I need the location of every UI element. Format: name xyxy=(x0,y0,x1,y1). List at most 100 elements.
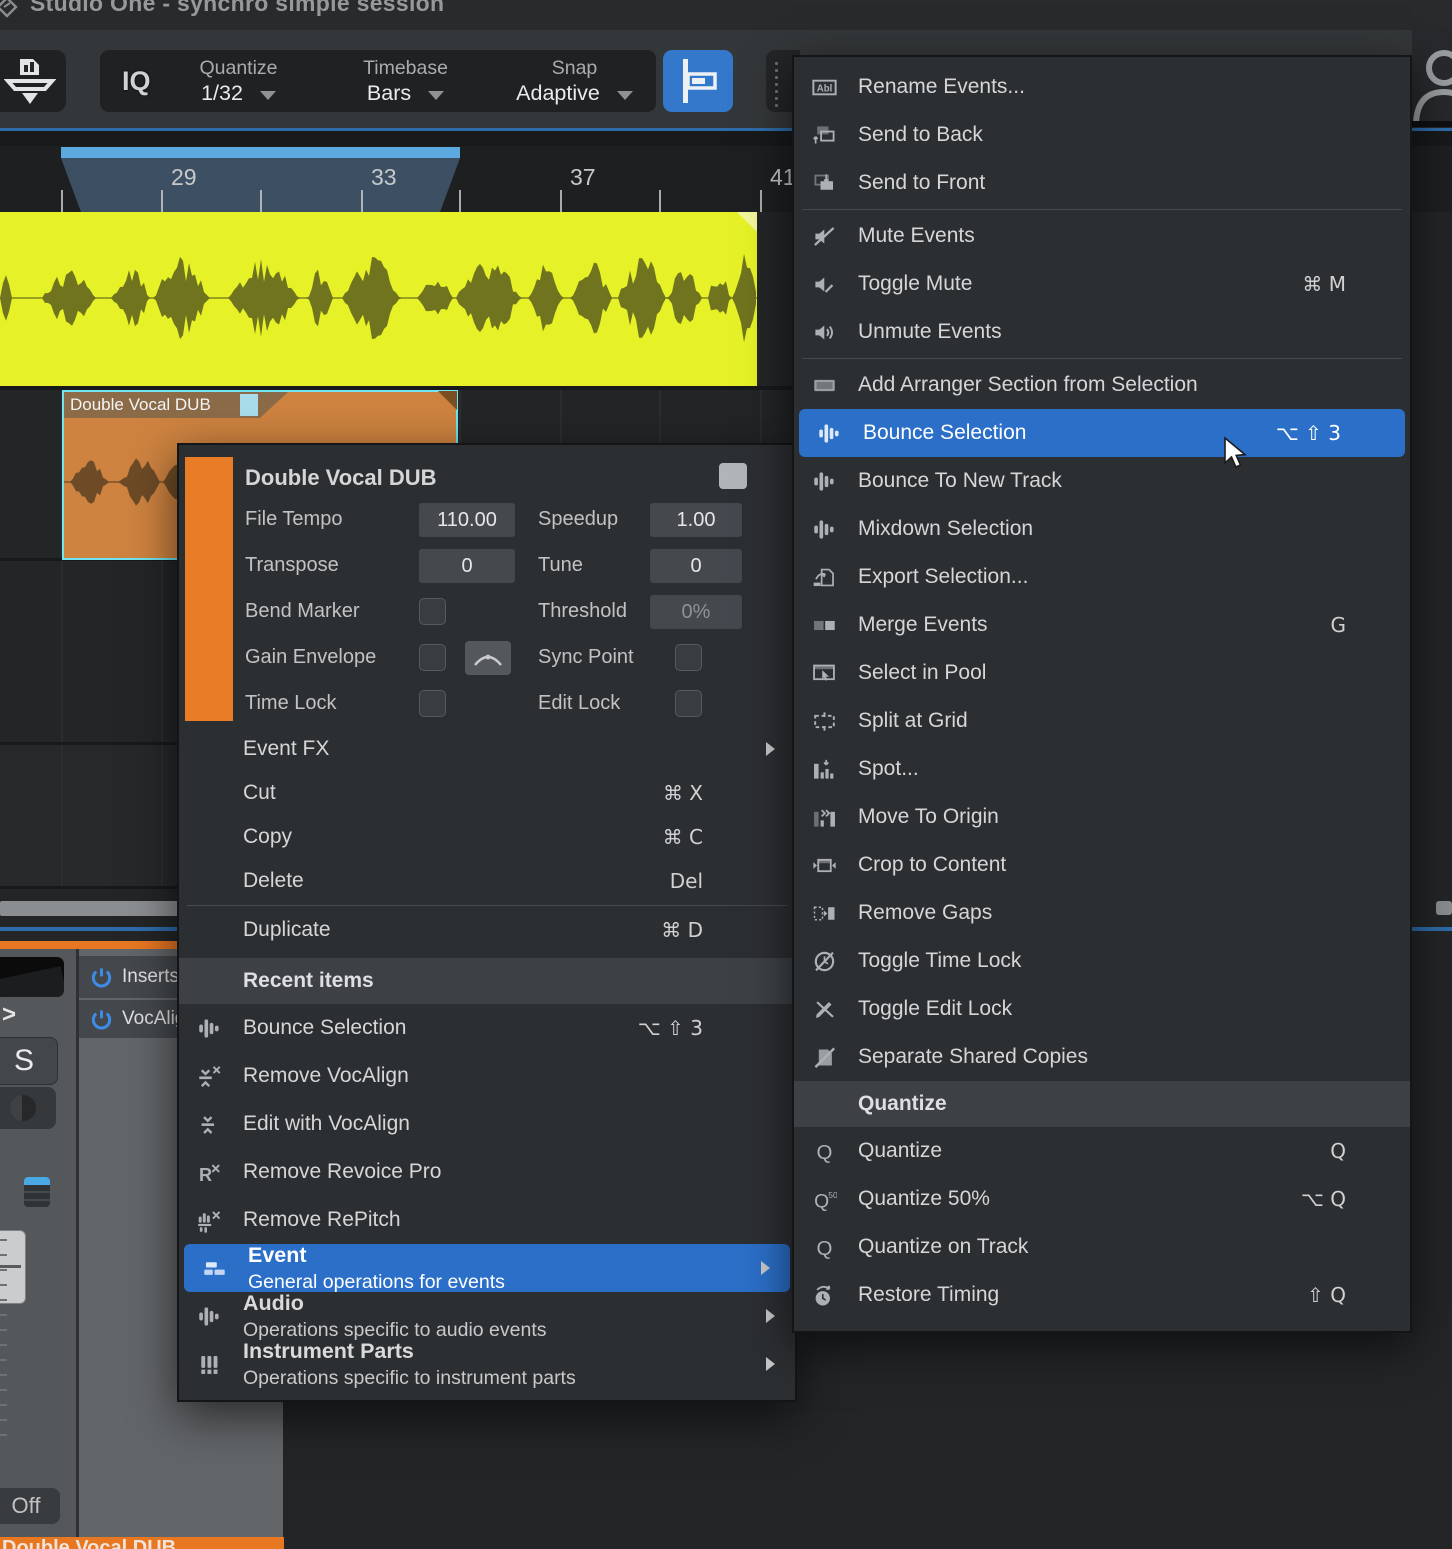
loop-range-bar[interactable] xyxy=(61,147,460,158)
menu-item-quantize[interactable]: QQuantizeQ xyxy=(794,1127,1410,1175)
menu-item-bounce-to-new-track[interactable]: Bounce To New Track xyxy=(794,457,1410,505)
menu-item-separate-shared-copies[interactable]: Separate Shared Copies xyxy=(794,1033,1410,1081)
menu-item-duplicate[interactable]: Duplicate⌘ D xyxy=(179,908,795,952)
event-name-tab: Double Vocal DUB xyxy=(64,392,260,418)
menu-item-add-arranger-section-from-selection[interactable]: Add Arranger Section from Selection xyxy=(794,361,1410,409)
menu-item-crop-to-content[interactable]: Crop to Content xyxy=(794,841,1410,889)
shortcut-label: ⌘ D xyxy=(661,918,703,942)
fader-handle[interactable] xyxy=(0,1230,26,1304)
checkbox-time-lock[interactable] xyxy=(419,690,446,717)
user-account-icon[interactable] xyxy=(1410,46,1452,131)
revoice-x-icon: R xyxy=(194,1160,224,1185)
power-icon[interactable] xyxy=(89,1007,114,1032)
menu-item-select-in-pool[interactable]: Select in Pool xyxy=(794,649,1410,697)
spot-icon xyxy=(809,757,839,782)
field-transpose[interactable]: 0 xyxy=(419,549,515,583)
menu-item-merge-events[interactable]: Merge EventsG xyxy=(794,601,1410,649)
menu-item-label: Rename Events... xyxy=(858,75,1025,99)
menu-item-instrument-parts[interactable]: Instrument Parts Operations specific to … xyxy=(179,1340,795,1388)
field-threshold[interactable]: 0% xyxy=(650,595,742,629)
menu-item-send-to-front[interactable]: Send to Front xyxy=(794,159,1410,207)
menu-item-remove-vocalign[interactable]: Remove VocAlign xyxy=(179,1052,795,1100)
paint-tool-icon xyxy=(4,57,56,107)
q-icon: Q xyxy=(809,1235,839,1260)
waveform-icon xyxy=(194,1016,224,1041)
menu-item-copy[interactable]: Copy⌘ C xyxy=(179,815,795,859)
horizontal-scrollbar-end[interactable] xyxy=(1436,901,1452,915)
checkbox-sync-point[interactable] xyxy=(675,644,702,671)
power-icon[interactable] xyxy=(89,965,114,990)
event-corner-fold xyxy=(438,391,457,410)
menu-item-label: Mute Events xyxy=(858,224,975,248)
menu-item-label: Send to Back xyxy=(858,123,983,147)
audio-event-yellow[interactable] xyxy=(0,212,757,386)
mini-fader[interactable] xyxy=(24,1177,50,1207)
field-label-time-lock: Time Lock xyxy=(245,692,337,715)
expand-chevron-icon[interactable]: > xyxy=(2,1001,16,1029)
menu-item-toggle-mute[interactable]: Toggle Mute⌘ M xyxy=(794,260,1410,308)
field-file-tempo[interactable]: 110.00 xyxy=(419,503,515,537)
checkbox-bend-marker[interactable] xyxy=(419,598,446,625)
waveform-icon xyxy=(814,421,844,446)
field-tune[interactable]: 0 xyxy=(650,549,742,583)
paint-tool-button[interactable] xyxy=(0,50,66,112)
menu-header-label: Quantize xyxy=(858,1092,947,1116)
menu-item-label: Bounce To New Track xyxy=(858,469,1062,493)
shortcut-label: ⌥ ⇧ 3 xyxy=(638,1016,703,1040)
waveform-icon xyxy=(809,469,839,494)
dropdown-timebase[interactable]: Timebase Bars xyxy=(331,57,481,106)
menu-item-bounce-selection[interactable]: Bounce Selection ⌥ ⇧ 3 xyxy=(179,1004,795,1052)
menu-item-mute-events[interactable]: Mute Events xyxy=(794,212,1410,260)
menu-item-event-fx[interactable]: Event FX xyxy=(179,727,795,771)
menu-item-audio[interactable]: Audio Operations specific to audio event… xyxy=(179,1292,795,1340)
pan-icon xyxy=(10,1095,36,1121)
menu-item-spot[interactable]: Spot... xyxy=(794,745,1410,793)
menu-item-rename-events[interactable]: AblRename Events... xyxy=(794,63,1410,111)
menu-item-restore-timing[interactable]: Restore Timing⇧ Q xyxy=(794,1271,1410,1319)
menu-item-unmute-events[interactable]: Unmute Events xyxy=(794,308,1410,356)
menu-item-label: Send to Front xyxy=(858,171,985,195)
waveform-icon xyxy=(194,1304,224,1329)
autoscroll-button[interactable] xyxy=(663,50,733,112)
menu-item-delete[interactable]: DeleteDel xyxy=(179,859,795,903)
snap-settings-group: IQ Quantize 1/32 Timebase Bars Snap Adap… xyxy=(100,50,656,112)
menu-item-move-to-origin[interactable]: Move To Origin xyxy=(794,793,1410,841)
menu-item-bounce-selection[interactable]: Bounce Selection⌥ ⇧ 3 xyxy=(799,409,1405,457)
bar-number: 33 xyxy=(371,164,397,191)
menu-item-label: Restore Timing xyxy=(858,1283,999,1307)
menu-item-label: Separate Shared Copies xyxy=(858,1045,1088,1069)
gain-envelope-curve-button[interactable] xyxy=(465,641,511,675)
menu-item-cut[interactable]: Cut⌘ X xyxy=(179,771,795,815)
checkbox-gain-envelope[interactable] xyxy=(419,644,446,671)
dropdown-quantize[interactable]: Quantize 1/32 xyxy=(155,57,323,106)
pool-icon xyxy=(809,661,839,686)
event-inspector: Double Vocal DUB File Tempo110.00Speedup… xyxy=(179,445,795,727)
menu-item-toggle-edit-lock[interactable]: Toggle Edit Lock xyxy=(794,985,1410,1033)
field-label-gain-envelope: Gain Envelope xyxy=(245,646,376,669)
menu-item-send-to-back[interactable]: Send to Back xyxy=(794,111,1410,159)
menu-item-edit-with-vocalign[interactable]: Edit with VocAlign xyxy=(179,1100,795,1148)
menu-item-quantize-on-track[interactable]: QQuantize on Track xyxy=(794,1223,1410,1271)
menu-item-export-selection[interactable]: Export Selection... xyxy=(794,553,1410,601)
field-label-sync-point: Sync Point xyxy=(538,646,634,669)
submenu-arrow-icon xyxy=(766,1357,775,1371)
pan-button[interactable] xyxy=(0,1087,56,1129)
menu-item-quantize-50[interactable]: Q50Quantize 50%⌥ Q xyxy=(794,1175,1410,1223)
menu-item-event[interactable]: Event General operations for events xyxy=(184,1244,790,1292)
menu-item-remove-gaps[interactable]: Remove Gaps xyxy=(794,889,1410,937)
event-color-button[interactable] xyxy=(719,463,747,489)
dropdown-snap[interactable]: Snap Adaptive xyxy=(489,57,661,106)
menu-item-toggle-time-lock[interactable]: Toggle Time Lock xyxy=(794,937,1410,985)
menu-item-split-at-grid[interactable]: Split at Grid xyxy=(794,697,1410,745)
menu-item-label: Bounce Selection xyxy=(243,1016,406,1040)
menu-item-mixdown-selection[interactable]: Mixdown Selection xyxy=(794,505,1410,553)
solo-button[interactable]: S xyxy=(0,1037,58,1085)
menu-item-remove-repitch[interactable]: Remove RePitch xyxy=(179,1196,795,1244)
checkbox-edit-lock[interactable] xyxy=(675,690,702,717)
chevron-down-icon xyxy=(428,91,444,100)
menu-item-remove-revoice-pro[interactable]: RRemove Revoice Pro xyxy=(179,1148,795,1196)
field-speedup[interactable]: 1.00 xyxy=(650,503,742,537)
timelock-icon xyxy=(809,949,839,974)
mouse-cursor xyxy=(1222,436,1252,475)
monitor-off-button[interactable]: Off xyxy=(0,1488,60,1524)
